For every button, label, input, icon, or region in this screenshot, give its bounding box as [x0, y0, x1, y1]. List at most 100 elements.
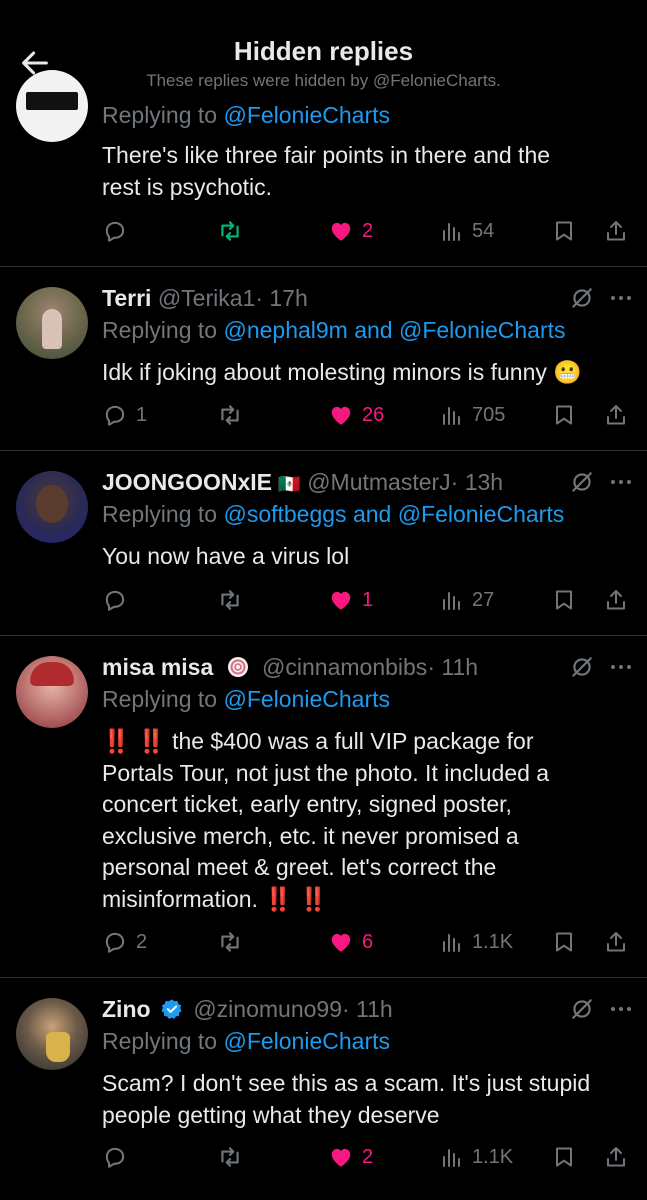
heart-filled-icon [331, 933, 351, 952]
timestamp[interactable]: · 17h [255, 285, 307, 311]
share-button[interactable] [604, 585, 628, 615]
retweet-button[interactable] [216, 1142, 244, 1172]
views-button[interactable]: 1.1K [440, 927, 513, 957]
avatar[interactable] [16, 70, 88, 142]
heart-filled-icon [331, 222, 351, 241]
like-count: 2 [362, 219, 374, 242]
tweet-text-line: misinformation. ‼️ ‼️ [102, 884, 633, 916]
user-handle[interactable]: @cinnamonbibs [262, 654, 427, 680]
views-icon [443, 934, 460, 952]
views-button[interactable]: 705 [440, 400, 505, 430]
heart-filled-icon [331, 1148, 351, 1167]
avatar[interactable] [16, 287, 88, 359]
bookmark-button[interactable] [552, 927, 576, 957]
double-exclamation-emoji: ‼️ [299, 885, 328, 912]
display-name[interactable]: misa misa [102, 654, 213, 680]
views-button[interactable]: 1.1K [440, 1142, 513, 1172]
bookmark-icon [556, 1147, 572, 1167]
replying-to-handle[interactable]: @FelonieCharts [223, 1028, 390, 1054]
timestamp[interactable]: · 11h [427, 654, 478, 680]
avatar[interactable] [16, 998, 88, 1070]
reply-count: 2 [136, 930, 148, 953]
replying-to: Replying to @FelonieCharts [102, 102, 390, 129]
replying-to-handle[interactable]: @softbeggs and @FelonieCharts [223, 501, 564, 527]
retweet-button[interactable] [216, 400, 244, 430]
tweet-text-line: There's like three fair points in there … [102, 142, 551, 168]
double-exclamation-emoji: ‼️ [264, 885, 293, 912]
share-button[interactable] [604, 1142, 628, 1172]
avatar[interactable] [16, 656, 88, 728]
retweet-icon [221, 221, 239, 241]
tweet-text-segment: misinformation. [102, 885, 258, 912]
bookmark-icon [556, 221, 572, 241]
bookmark-icon [556, 932, 572, 952]
replying-to-handle[interactable]: @FelonieCharts [223, 102, 390, 128]
share-button[interactable] [604, 216, 628, 246]
display-name[interactable]: Zino [102, 996, 151, 1022]
reply-tweet[interactable]: Replying to @FelonieCharts There's like … [0, 70, 647, 267]
view-count: 27 [472, 588, 495, 611]
heart-filled-icon [331, 406, 351, 425]
avatar[interactable] [16, 471, 88, 543]
like-button[interactable]: 1 [328, 585, 373, 615]
user-handle[interactable]: @zinomuno99 [193, 996, 342, 1022]
avatar-image [36, 485, 68, 523]
retweet-button[interactable] [216, 216, 244, 246]
replying-prefix: Replying to [102, 317, 218, 343]
share-icon [607, 590, 625, 610]
bookmark-icon [556, 590, 572, 610]
bookmark-button[interactable] [552, 216, 576, 246]
tweet-header: JOONGOONxIE 🇲🇽 @MutmasterJ· 13h [102, 469, 503, 496]
like-button[interactable]: 2 [328, 1142, 373, 1172]
reply-tweet[interactable]: Zino @zinomuno99· 11h Replying to @Felon… [0, 978, 647, 1200]
double-exclamation-emoji: ‼️ [102, 728, 131, 754]
lollipop-emoji-icon [227, 657, 248, 677]
hidden-reply-icon[interactable] [569, 469, 595, 495]
hidden-reply-icon[interactable] [569, 654, 595, 680]
hidden-reply-icon[interactable] [569, 996, 595, 1022]
tweet-text: You now have a virus lol [102, 541, 633, 573]
bookmark-button[interactable] [552, 1142, 576, 1172]
like-button[interactable]: 26 [328, 400, 384, 430]
display-name[interactable]: JOONGOONxIE [102, 469, 272, 495]
reply-button[interactable]: 2 [102, 927, 147, 957]
more-options-icon[interactable] [609, 477, 633, 487]
action-bar: 2 1.1K [102, 1142, 632, 1172]
retweet-button[interactable] [216, 927, 244, 957]
replying-to-handle[interactable]: @nephal9m and @FelonieCharts [223, 317, 565, 343]
like-button[interactable]: 2 [328, 216, 373, 246]
tweet-text: Idk if joking about molesting minors is … [102, 357, 633, 389]
views-button[interactable]: 27 [440, 585, 494, 615]
reply-button[interactable]: 1 [102, 400, 147, 430]
double-exclamation-emoji: ‼️ [137, 728, 166, 754]
user-handle[interactable]: @MutmasterJ [307, 469, 450, 495]
more-options-icon[interactable] [609, 662, 633, 672]
reply-button[interactable] [102, 216, 136, 246]
reply-button[interactable] [102, 585, 136, 615]
views-button[interactable]: 54 [440, 216, 494, 246]
hidden-reply-icon[interactable] [569, 285, 595, 311]
bookmark-button[interactable] [552, 585, 576, 615]
reply-button[interactable] [102, 1142, 136, 1172]
share-button[interactable] [604, 400, 628, 430]
reply-tweet[interactable]: misa misa @cinnamonbibs· 11h Replying to… [0, 636, 647, 978]
bookmark-button[interactable] [552, 400, 576, 430]
timestamp[interactable]: · 11h [342, 996, 393, 1022]
display-name[interactable]: Terri [102, 285, 151, 311]
tweet-text-line: concert ticket, early entry, signed post… [102, 791, 512, 817]
avatar-image [26, 92, 78, 110]
reply-icon [105, 932, 125, 953]
tweet-text: ‼️ ‼️ the $400 was a full VIP package fo… [102, 726, 633, 915]
user-handle[interactable]: @Terika1 [158, 285, 256, 311]
share-button[interactable] [604, 927, 628, 957]
like-button[interactable]: 6 [328, 927, 373, 957]
retweet-button[interactable] [216, 585, 244, 615]
timestamp[interactable]: · 13h [451, 469, 503, 495]
more-options-icon[interactable] [609, 1004, 633, 1014]
more-options-icon[interactable] [609, 293, 633, 303]
replying-to-handle[interactable]: @FelonieCharts [223, 686, 390, 712]
retweet-icon [221, 932, 239, 952]
reply-tweet[interactable]: JOONGOONxIE 🇲🇽 @MutmasterJ· 13h Replying… [0, 451, 647, 636]
reply-icon [105, 221, 125, 242]
reply-tweet[interactable]: Terri @Terika1· 17h Replying to @nephal9… [0, 267, 647, 451]
